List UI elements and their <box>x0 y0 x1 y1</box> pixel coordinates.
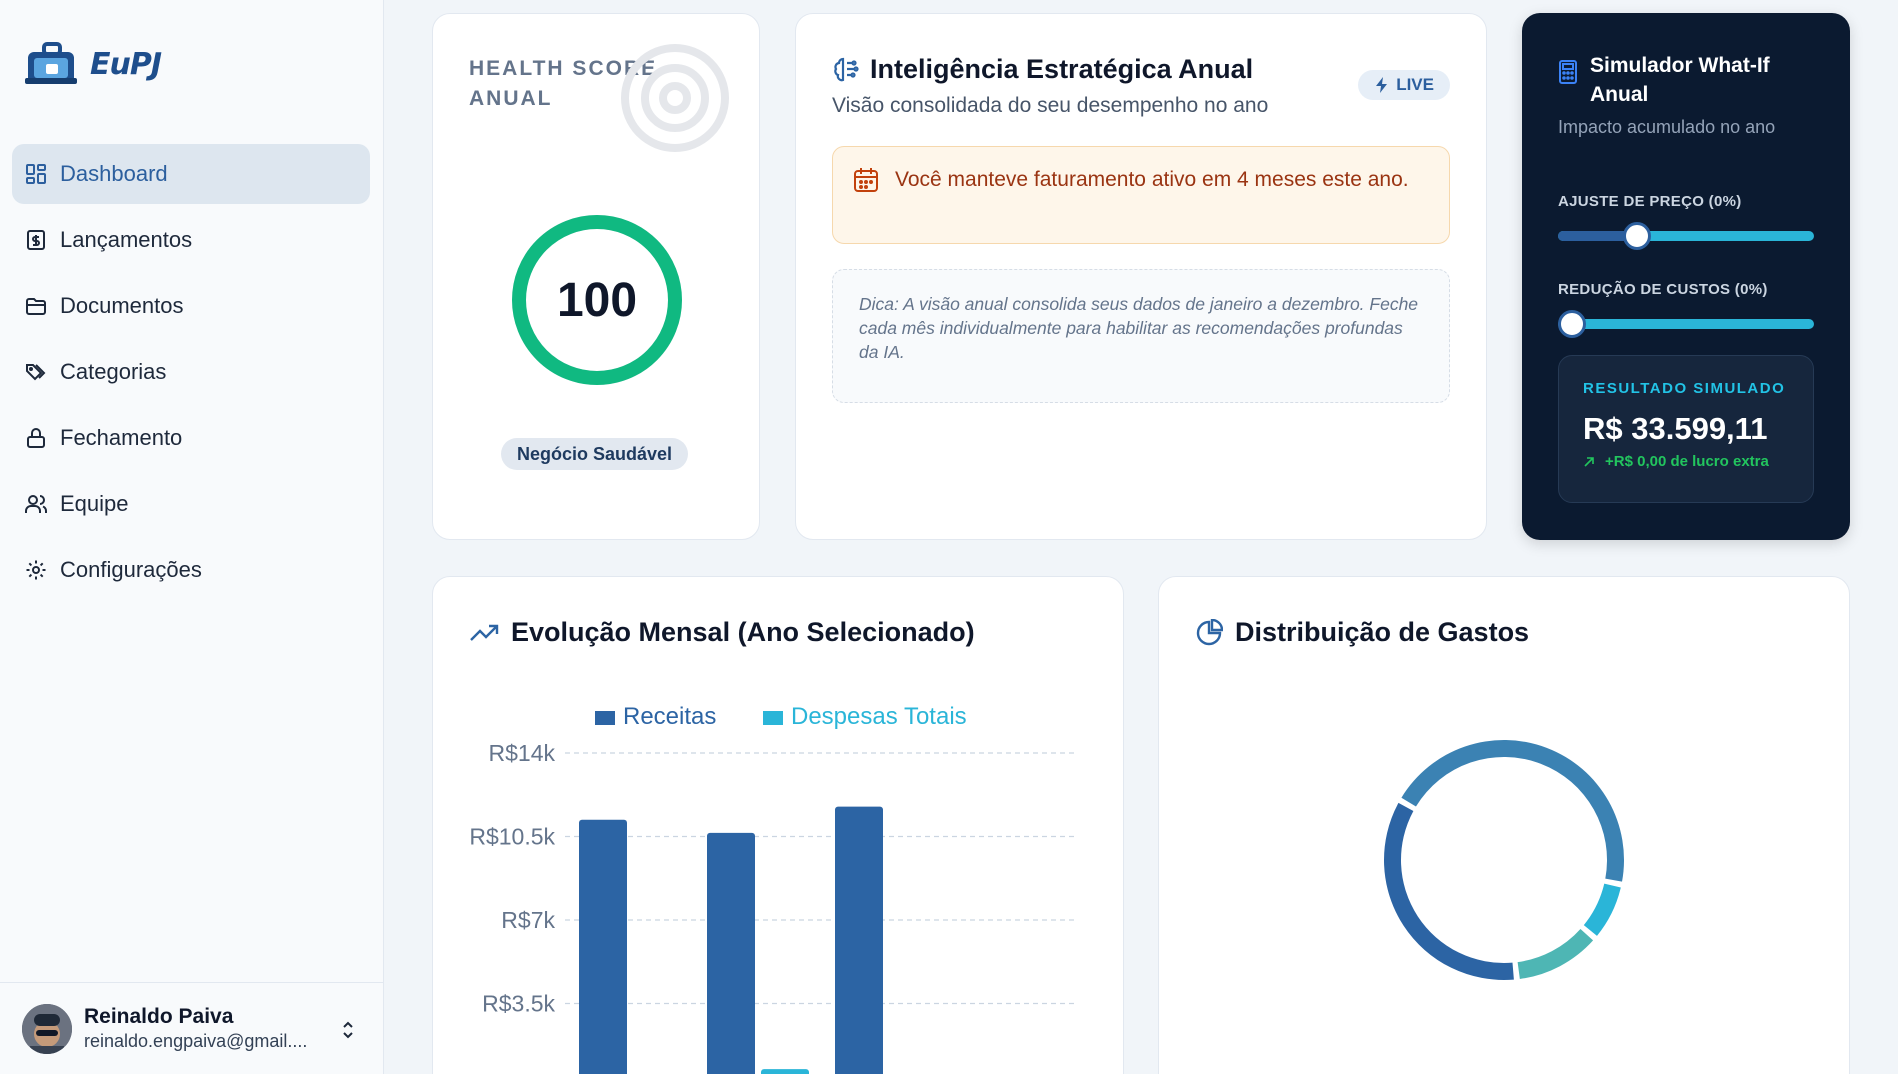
cost-reduction-slider[interactable] <box>1558 310 1814 338</box>
result-extra-text: +R$ 0,00 de lucro extra <box>1605 453 1769 470</box>
bar-receitas[interactable] <box>579 819 627 1074</box>
donut-slice[interactable] <box>1401 739 1625 882</box>
strategic-intelligence-card: Inteligência Estratégica Anual Visão con… <box>795 13 1487 540</box>
sidebar-item-documentos[interactable]: Documentos <box>12 276 370 336</box>
bar-despesas-totais[interactable] <box>761 1069 809 1074</box>
result-value: R$ 33.599,11 <box>1583 411 1768 446</box>
price-adjust-slider[interactable] <box>1558 222 1814 250</box>
calculator-icon <box>1559 60 1577 84</box>
sidebar-item-label: Fechamento <box>60 425 183 450</box>
donut-slice[interactable] <box>1517 929 1594 979</box>
donut-slice[interactable] <box>1583 883 1621 936</box>
live-badge-label: LIVE <box>1396 75 1434 94</box>
intel-title: Inteligência Estratégica Anual <box>870 54 1254 84</box>
sidebar: EuPJ Dashboard Lançamentos Documentos Ca… <box>0 0 384 1074</box>
receipt-dollar-icon <box>24 228 48 252</box>
what-if-simulator-card: Simulador What-If Anual Impacto acumulad… <box>1522 13 1850 540</box>
cost-slider-thumb[interactable] <box>1558 310 1586 338</box>
health-score-gauge: 100 <box>511 214 683 386</box>
sidebar-item-label: Categorias <box>60 359 167 384</box>
alert-text: Você manteve faturamento ativo em 4 mese… <box>895 168 1409 191</box>
sidebar-item-label: Documentos <box>60 293 184 318</box>
simulator-subtitle: Impacto acumulado no ano <box>1558 117 1776 137</box>
arrow-up-right-icon <box>1584 456 1594 467</box>
health-score-value: 100 <box>556 273 638 327</box>
avatar <box>22 1003 72 1054</box>
sidebar-item-fechamento[interactable]: Fechamento <box>12 408 370 468</box>
legend-swatch[interactable] <box>763 711 783 725</box>
sidebar-item-label: Configurações <box>60 557 202 582</box>
simulator-title: Simulador What-If Anual <box>1590 54 1770 106</box>
sidebar-item-lancamentos[interactable]: Lançamentos <box>12 210 370 270</box>
price-adjust-label: AJUSTE DE PREÇO (0%) <box>1558 193 1742 210</box>
donut-slice[interactable] <box>1384 802 1514 980</box>
y-tick-label: R$14k <box>489 740 556 766</box>
legend-label[interactable]: Receitas <box>623 703 716 730</box>
chevron-up-down-icon[interactable] <box>340 1019 356 1041</box>
health-status-badge: Negócio Saudável <box>501 438 689 470</box>
lock-icon <box>24 426 48 450</box>
monthly-evolution-chart: Receitas Despesas Totais R$14k R$10.5k R$7k R… <box>469 703 1075 1074</box>
price-slider-thumb[interactable] <box>1623 222 1652 250</box>
sidebar-item-label: Lançamentos <box>60 227 193 252</box>
expense-distribution-chart <box>1384 739 1625 980</box>
sidebar-item-categorias[interactable]: Categorias <box>12 342 370 402</box>
legend-swatch[interactable] <box>595 711 615 725</box>
folder-icon <box>24 294 48 318</box>
sidebar-nav: Dashboard Lançamentos Documentos Categor… <box>12 144 370 606</box>
calendar-icon <box>854 168 878 192</box>
intel-subtitle: Visão consolidada do seu desempenho no a… <box>832 94 1269 117</box>
legend-label[interactable]: Despesas Totais <box>791 703 967 730</box>
brain-icon <box>834 57 859 81</box>
cost-reduction-label: REDUÇÃO DE CUSTOS (0%) <box>1558 281 1768 298</box>
revenue-alert: Você manteve faturamento ativo em 4 mese… <box>832 146 1450 244</box>
expense-distribution-card: Distribuição de Gastos <box>1158 576 1850 1074</box>
y-tick-label: R$10.5k <box>469 824 555 850</box>
lightning-icon <box>1376 77 1388 93</box>
sidebar-item-configuracoes[interactable]: Configurações <box>12 540 370 600</box>
live-badge: LIVE <box>1358 70 1450 100</box>
app-logo[interactable]: EuPJ <box>24 40 162 88</box>
gear-icon <box>24 558 48 582</box>
sidebar-item-label: Equipe <box>60 491 129 516</box>
result-label: RESULTADO SIMULADO <box>1583 380 1786 397</box>
monthly-evolution-card: Evolução Mensal (Ano Selecionado) Receit… <box>432 576 1124 1074</box>
app-logo-text: EuPJ <box>90 46 162 82</box>
y-tick-label: R$7k <box>501 907 555 933</box>
users-icon <box>24 492 48 516</box>
simulated-result-box: RESULTADO SIMULADO R$ 33.599,11 +R$ 0,00… <box>1558 355 1814 503</box>
dashboard-icon <box>24 162 48 186</box>
briefcase-logo-icon <box>25 42 77 84</box>
tags-icon <box>24 360 48 384</box>
health-score-card: HEALTH SCORE ANUAL 100 Negócio Saudável <box>432 13 760 540</box>
tip-box: Dica: A visão anual consolida seus dados… <box>832 269 1450 403</box>
result-extra: +R$ 0,00 de lucro extra <box>1583 453 1789 470</box>
bar-receitas[interactable] <box>707 832 755 1074</box>
user-menu[interactable]: Reinaldo Paiva reinaldo.engpaiva@gmail..… <box>0 982 384 1074</box>
sidebar-item-equipe[interactable]: Equipe <box>12 474 370 534</box>
sidebar-item-dashboard[interactable]: Dashboard <box>12 144 370 204</box>
sidebar-item-label: Dashboard <box>60 161 168 186</box>
user-email: reinaldo.engpaiva@gmail.... <box>84 1031 308 1051</box>
y-tick-label: R$3.5k <box>482 991 555 1017</box>
target-icon <box>621 44 729 152</box>
bar-receitas[interactable] <box>835 806 883 1074</box>
user-name: Reinaldo Paiva <box>84 1005 234 1028</box>
